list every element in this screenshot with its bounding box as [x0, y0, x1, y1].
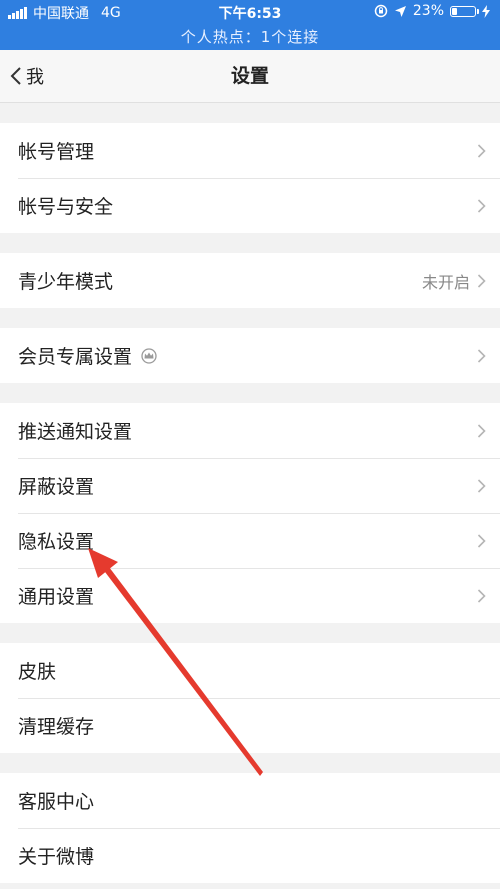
settings-group-support: 客服中心 关于微博: [0, 773, 500, 883]
list-item-label: 通用设置: [18, 586, 95, 608]
chevron-right-icon: [477, 533, 486, 548]
push-notification-item[interactable]: 推送通知设置: [0, 403, 500, 458]
list-item-label: 推送通知设置: [18, 421, 133, 443]
list-item-label: 青少年模式: [18, 271, 114, 293]
battery-icon: [450, 5, 479, 17]
youth-mode-status: 未开启: [421, 272, 470, 292]
youth-mode-item[interactable]: 青少年模式 未开启: [0, 253, 500, 308]
settings-group-appearance: 皮肤 清理缓存: [0, 643, 500, 753]
chevron-right-icon: [477, 198, 486, 213]
customer-service-item[interactable]: 客服中心: [0, 773, 500, 828]
chevron-right-icon: [477, 143, 486, 158]
list-item-label: 客服中心: [18, 791, 95, 813]
general-settings-item[interactable]: 通用设置: [0, 568, 500, 623]
list-item-label: 皮肤: [18, 661, 57, 683]
page-title: 设置: [230, 65, 269, 87]
settings-group-account: 帐号管理 帐号与安全: [0, 123, 500, 233]
vip-settings-item[interactable]: 会员专属设置: [0, 328, 500, 383]
battery-percent: 23%: [412, 3, 444, 19]
charging-icon: [482, 4, 490, 18]
orientation-lock-icon: [374, 4, 388, 18]
settings-group-youth: 青少年模式 未开启: [0, 253, 500, 308]
list-item-label: 帐号管理: [18, 141, 95, 163]
list-item-label: 屏蔽设置: [18, 476, 95, 498]
list-item-label: 清理缓存: [18, 716, 95, 738]
nav-bar: 我 设置: [0, 50, 500, 103]
account-management-item[interactable]: 帐号管理: [0, 123, 500, 178]
account-security-item[interactable]: 帐号与安全: [0, 178, 500, 233]
settings-group-general: 推送通知设置 屏蔽设置 隐私设置 通用设置: [0, 403, 500, 623]
settings-list: 帐号管理 帐号与安全 青少年模式 未开启 会员专属设置 推送通知设置 屏蔽设置 …: [0, 103, 500, 883]
list-item-label: 关于微博: [18, 846, 95, 868]
settings-group-vip: 会员专属设置: [0, 328, 500, 383]
back-button[interactable]: 我: [10, 50, 44, 102]
back-label: 我: [26, 67, 44, 88]
crown-icon: [141, 347, 157, 364]
hotspot-banner[interactable]: 个人热点：1个连接: [0, 26, 500, 47]
list-item-label: 会员专属设置: [18, 346, 133, 368]
location-icon: [394, 5, 406, 17]
block-settings-item[interactable]: 屏蔽设置: [0, 458, 500, 513]
clear-cache-item[interactable]: 清理缓存: [0, 698, 500, 753]
chevron-right-icon: [477, 348, 486, 363]
chevron-right-icon: [477, 273, 486, 288]
about-weibo-item[interactable]: 关于微博: [0, 828, 500, 883]
skin-item[interactable]: 皮肤: [0, 643, 500, 698]
list-item-label: 隐私设置: [18, 531, 95, 553]
status-bar-right: 23%: [374, 3, 490, 19]
status-bar: 中国联通 4G 下午6:53 23% 个人热点：1个连接: [0, 0, 500, 50]
list-item-label: 帐号与安全: [18, 196, 114, 218]
privacy-settings-item[interactable]: 隐私设置: [0, 513, 500, 568]
chevron-right-icon: [477, 423, 486, 438]
chevron-right-icon: [477, 588, 486, 603]
chevron-right-icon: [477, 478, 486, 493]
chevron-left-icon: [10, 67, 21, 85]
